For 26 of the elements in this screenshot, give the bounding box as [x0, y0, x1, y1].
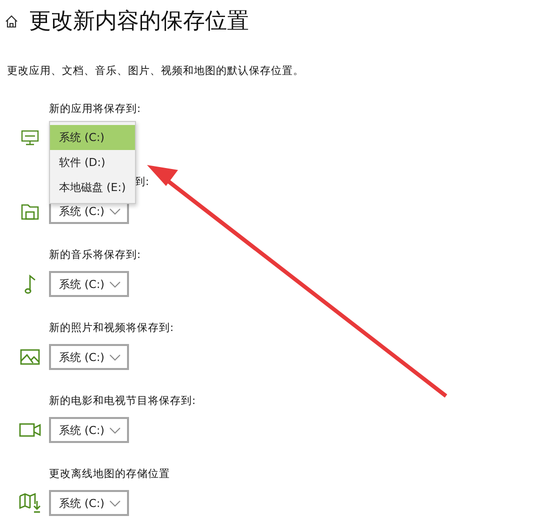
drive-dropdown[interactable]: 系统 (C:) [49, 271, 129, 297]
menu-item[interactable]: 系统 (C:) [50, 125, 135, 150]
field-label: 更改离线地图的存储位置 [49, 467, 170, 481]
home-icon[interactable] [5, 14, 18, 28]
menu-item[interactable]: 本地磁盘 (E:) [50, 175, 135, 200]
monitor-icon [21, 130, 39, 146]
chevron-down-icon [109, 426, 121, 434]
folder-icon [21, 202, 39, 220]
menu-item[interactable]: 软件 (D:) [50, 150, 135, 175]
page-title: 更改新内容的保存位置 [29, 8, 249, 36]
field-label: 新的音乐将保存到: [49, 248, 141, 262]
chevron-down-icon [109, 354, 121, 360]
video-camera-icon [19, 423, 41, 437]
description-text: 更改应用、文档、音乐、图片、视频和地图的默认保存位置。 [7, 64, 305, 78]
music-note-icon [24, 274, 36, 294]
chevron-down-icon [109, 280, 121, 288]
drive-dropdown[interactable]: 系统 (C:) [49, 490, 129, 516]
field-label: 新的应用将保存到: [49, 102, 141, 116]
field-label: 新的照片和视频将保存到: [49, 321, 174, 335]
map-download-icon [19, 493, 41, 513]
chevron-down-icon [109, 208, 121, 214]
drive-dropdown[interactable]: 系统 (C:) [49, 344, 129, 370]
field-label: 新的电影和电视节目将保存到: [49, 394, 196, 408]
drive-dropdown[interactable]: 系统 (C:) [49, 417, 129, 443]
image-icon [20, 349, 40, 365]
chevron-down-icon [109, 500, 121, 506]
